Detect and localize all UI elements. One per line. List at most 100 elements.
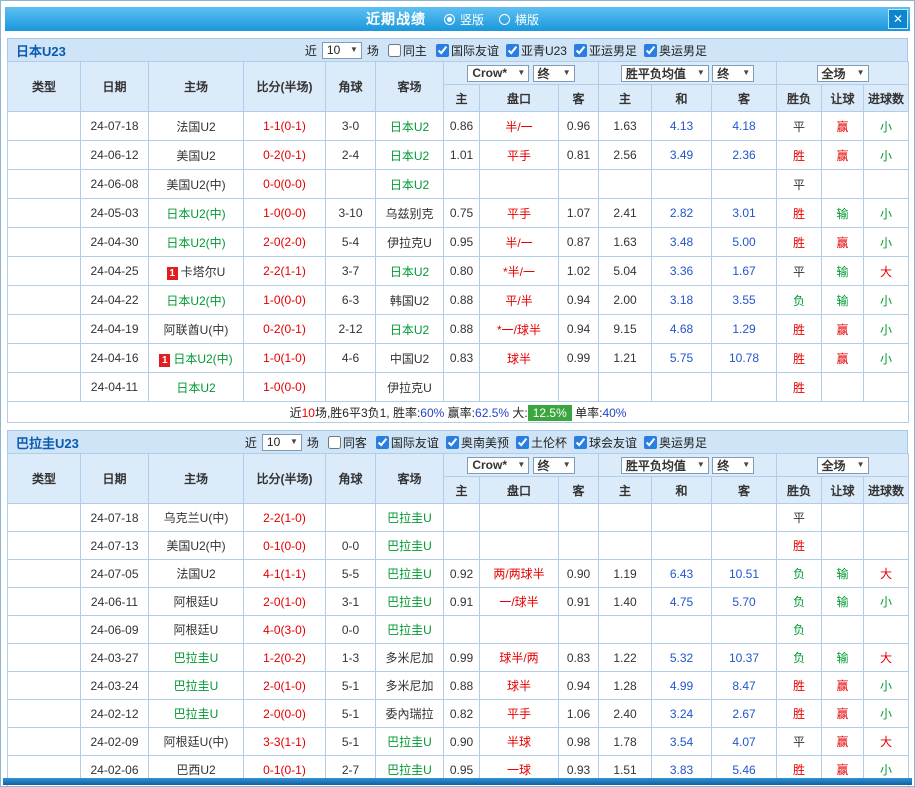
cell-corner-score: 6-3 [326, 286, 376, 315]
same-venue-filter[interactable]: 同客 [321, 434, 367, 451]
content: 日本U23 近 10▼ 场 同主 国际友谊亚青U23亚运男足奥运男足 [7, 38, 908, 787]
scope-select[interactable]: 全场▼ [817, 65, 869, 82]
cell-goals-result: 小 [864, 199, 909, 228]
cell-avg-home-odds [599, 532, 652, 560]
cell-score: 1-2(0-2) [244, 644, 326, 672]
cell-goals-result: 小 [864, 315, 909, 344]
league-checkbox[interactable] [644, 44, 657, 57]
cell-home-team: 日本U2(中) [149, 199, 244, 228]
cell-match-date: 24-06-11 [81, 588, 149, 616]
cell-away-odds [559, 373, 599, 402]
league-filter[interactable]: 亚青U23 [499, 42, 567, 59]
cell-goals-result: 小 [864, 228, 909, 257]
league-filter[interactable]: 球会友谊 [567, 434, 637, 451]
cell-avg-away-odds: 10.51 [712, 560, 777, 588]
avg-odds-select[interactable]: 胜平负均值▼ [621, 65, 709, 82]
match-row: 国际友谊24-06-11阿根廷U2-0(1-0)3-1巴拉圭U0.91一/球半0… [8, 588, 909, 616]
match-row: 国际友谊24-06-12美国U20-2(0-1)2-4日本U21.01平手0.8… [8, 141, 909, 170]
match-count-select[interactable]: 10▼ [322, 42, 362, 59]
odds-company-select[interactable]: Crow*▼ [467, 65, 529, 82]
same-venue-filter[interactable]: 同主 [381, 42, 427, 59]
col-header-avg-home: 主 [599, 85, 652, 112]
same-venue-checkbox[interactable] [328, 436, 341, 449]
cell-home-team: 阿根廷U [149, 616, 244, 644]
red-card-icon: 1 [159, 354, 170, 367]
match-row: 国际友谊24-06-08美国U2(中)0-0(0-0)日本U2平 [8, 170, 909, 199]
filter-bar: 近 10▼ 场 同客 国际友谊奥南美预土伦杯球会友谊奥运男足 [245, 434, 707, 451]
avg-final-select[interactable]: 终▼ [712, 457, 754, 474]
horizontal-radio-label[interactable]: 横版 [515, 11, 539, 28]
cell-handicap: 两/两球半 [480, 560, 559, 588]
cell-handicap: 半球 [480, 728, 559, 756]
cell-away-team: 日本U2 [376, 141, 444, 170]
cell-avg-away-odds [712, 373, 777, 402]
league-filter[interactable]: 奥运男足 [637, 434, 707, 451]
cell-match-type: 国际友谊 [8, 112, 81, 141]
col-header-goals: 进球数 [864, 85, 909, 112]
league-filter[interactable]: 奥运男足 [637, 42, 707, 59]
vertical-radio[interactable] [444, 14, 455, 25]
avg-final-select[interactable]: 终▼ [712, 65, 754, 82]
odds-final-select[interactable]: 终▼ [533, 65, 575, 82]
league-checkbox[interactable] [376, 436, 389, 449]
cell-home-team: 美国U2(中) [149, 170, 244, 199]
odds-final-select[interactable]: 终▼ [533, 457, 575, 474]
league-checkbox[interactable] [516, 436, 529, 449]
cell-win-draw-loss: 平 [777, 170, 822, 199]
cell-avg-away-odds: 4.07 [712, 728, 777, 756]
cell-away-odds: 0.91 [559, 588, 599, 616]
cell-away-odds: 1.06 [559, 700, 599, 728]
close-icon[interactable]: ✕ [888, 9, 908, 29]
odds-company-select[interactable]: Crow*▼ [467, 457, 529, 474]
cell-avg-draw-odds: 6.43 [652, 560, 712, 588]
same-venue-checkbox[interactable] [388, 44, 401, 57]
league-filter[interactable]: 奥南美预 [439, 434, 509, 451]
league-checkbox[interactable] [574, 44, 587, 57]
cell-home-team: 日本U2 [149, 373, 244, 402]
league-label: 土伦杯 [531, 434, 567, 451]
league-checkbox[interactable] [574, 436, 587, 449]
avg-group-header: 胜平负均值▼ 终▼ [599, 454, 777, 477]
cell-home-team: 阿根廷U(中) [149, 728, 244, 756]
cell-handicap [480, 373, 559, 402]
league-checkbox[interactable] [644, 436, 657, 449]
cell-avg-away-odds: 5.00 [712, 228, 777, 257]
cell-match-date: 24-03-24 [81, 672, 149, 700]
match-row: 亚青U2324-04-161日本U2(中)1-0(1-0)4-6中国U20.83… [8, 344, 909, 373]
cell-goals-result [864, 616, 909, 644]
cell-score: 4-0(3-0) [244, 616, 326, 644]
league-filter[interactable]: 国际友谊 [369, 434, 439, 451]
cell-match-date: 24-04-11 [81, 373, 149, 402]
league-filter[interactable]: 亚运男足 [567, 42, 637, 59]
cell-home-team: 日本U2(中) [149, 286, 244, 315]
cell-goals-result: 小 [864, 112, 909, 141]
league-checkbox[interactable] [436, 44, 449, 57]
cell-handicap: 平/半 [480, 286, 559, 315]
match-count-select[interactable]: 10▼ [262, 434, 302, 451]
cell-avg-draw-odds [652, 170, 712, 199]
cell-match-type: 亚青U23 [8, 199, 81, 228]
cell-avg-home-odds: 1.40 [599, 588, 652, 616]
avg-odds-select[interactable]: 胜平负均值▼ [621, 457, 709, 474]
league-filter[interactable]: 土伦杯 [509, 434, 567, 451]
cell-win-draw-loss: 胜 [777, 228, 822, 257]
col-header-date: 日期 [81, 62, 149, 112]
cell-score: 0-0(0-0) [244, 170, 326, 199]
cell-handicap-result: 赢 [822, 112, 864, 141]
cell-away-odds: 0.94 [559, 315, 599, 344]
col-header-odds-away: 客 [559, 85, 599, 112]
cell-handicap: *半/一 [480, 257, 559, 286]
cell-handicap: *一/球半 [480, 315, 559, 344]
vertical-radio-label[interactable]: 竖版 [460, 11, 484, 28]
cell-avg-draw-odds: 5.32 [652, 644, 712, 672]
league-filter[interactable]: 国际友谊 [429, 42, 499, 59]
cell-home-team: 1卡塔尔U [149, 257, 244, 286]
cell-goals-result: 小 [864, 700, 909, 728]
cell-goals-result: 小 [864, 344, 909, 373]
league-checkbox[interactable] [506, 44, 519, 57]
horizontal-radio[interactable] [499, 14, 510, 25]
scope-select[interactable]: 全场▼ [817, 457, 869, 474]
league-checkbox[interactable] [446, 436, 459, 449]
cell-avg-away-odds [712, 616, 777, 644]
cell-avg-draw-odds: 4.13 [652, 112, 712, 141]
